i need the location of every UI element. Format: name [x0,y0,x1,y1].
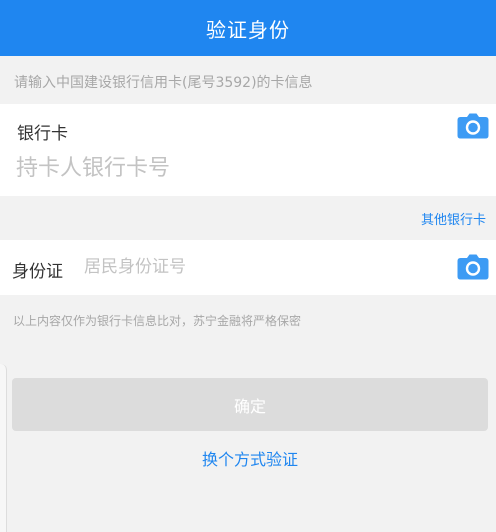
privacy-notice: 以上内容仅作为银行卡信息比对，苏宁金融将严格保密 [13,314,302,328]
page-title: 验证身份 [206,17,290,42]
switch-verification-method-link[interactable]: 换个方式验证 [0,446,496,470]
id-card-section: 身份证 [0,240,496,295]
camera-icon[interactable] [457,254,489,280]
id-card-label: 身份证 [12,262,63,282]
confirm-button[interactable]: 确定 [12,378,488,431]
card-info-hint: 请输入中国建设银行信用卡(尾号3592)的卡信息 [14,75,313,91]
bank-card-number-input[interactable] [16,156,436,181]
header-bar: 验证身份 [0,0,496,56]
id-number-input[interactable] [84,257,424,277]
camera-icon[interactable] [457,113,489,139]
bank-card-section: 银行卡 [0,104,496,196]
other-bank-card-link[interactable]: 其他银行卡 [421,209,486,228]
bank-card-label: 银行卡 [17,124,68,144]
